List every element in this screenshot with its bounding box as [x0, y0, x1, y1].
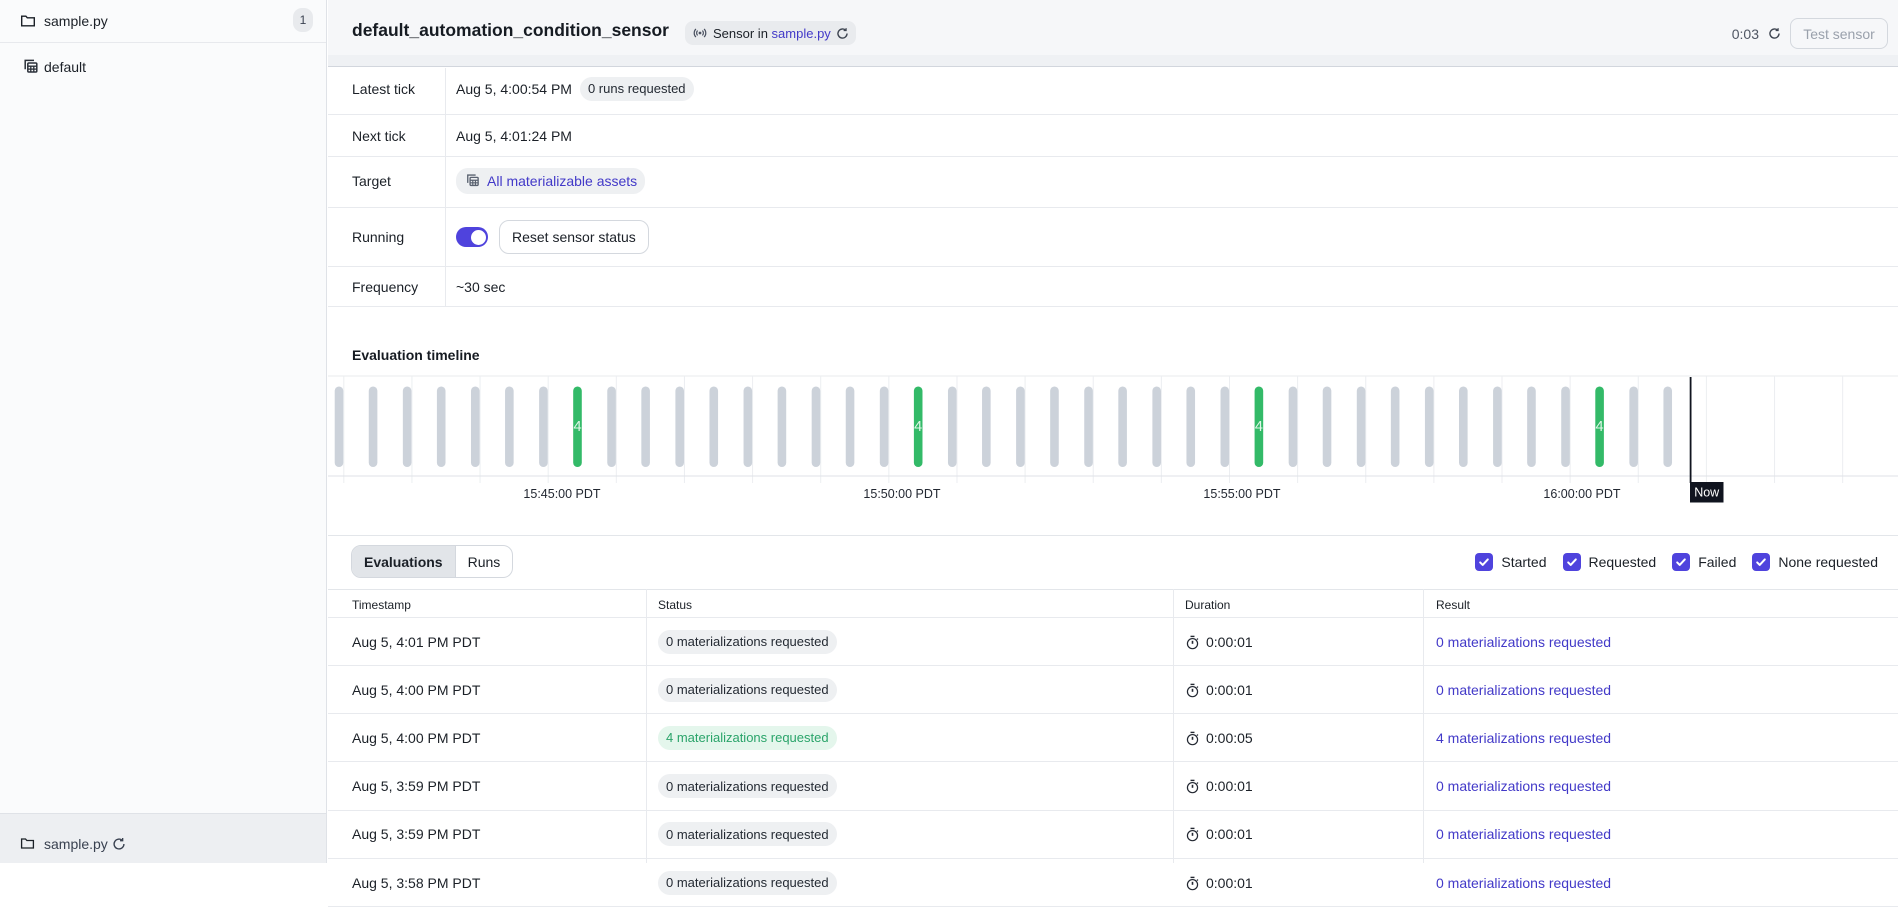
svg-text:Now: Now [1694, 486, 1720, 500]
svg-text:4: 4 [1596, 419, 1604, 435]
svg-text:4: 4 [1255, 419, 1263, 435]
svg-text:15:45:00 PDT: 15:45:00 PDT [523, 487, 600, 501]
svg-text:15:55:00 PDT: 15:55:00 PDT [1203, 487, 1280, 501]
svg-text:4: 4 [573, 419, 581, 435]
svg-text:4: 4 [914, 419, 922, 435]
svg-text:16:00:00 PDT: 16:00:00 PDT [1543, 487, 1620, 501]
svg-text:15:50:00 PDT: 15:50:00 PDT [863, 487, 940, 501]
